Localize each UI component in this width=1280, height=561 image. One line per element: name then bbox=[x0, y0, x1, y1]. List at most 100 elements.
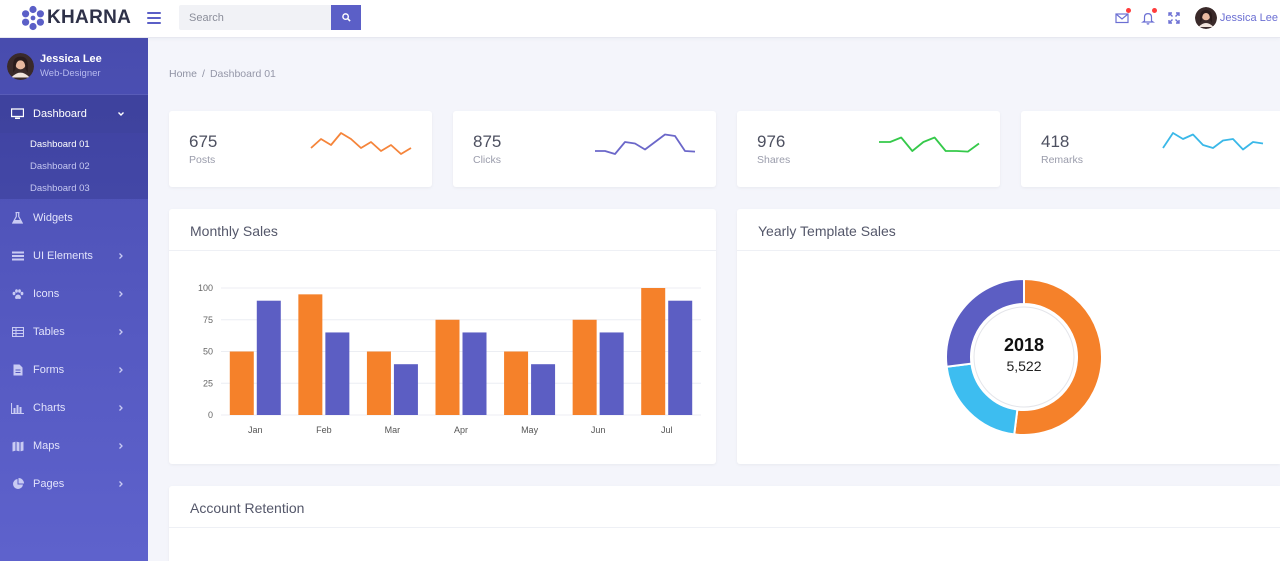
stat-value: 675 bbox=[189, 132, 218, 151]
table-icon bbox=[11, 326, 24, 339]
x-tick-label: Feb bbox=[316, 425, 332, 435]
search-input[interactable] bbox=[179, 5, 331, 30]
breadcrumb: Home / Dashboard 01 bbox=[169, 68, 276, 80]
sparkline-remarks bbox=[1162, 132, 1264, 151]
search-icon bbox=[341, 13, 351, 22]
sidebar-item-forms[interactable]: Forms bbox=[0, 351, 148, 389]
sidebar-subitem-dashboard-02[interactable]: Dashboard 02 bbox=[0, 155, 148, 177]
file-icon bbox=[11, 364, 24, 377]
stat-card-clicks: 875 Clicks bbox=[453, 111, 716, 187]
x-tick-label: Apr bbox=[454, 425, 468, 435]
sidebar-item-dashboard[interactable]: Dashboard bbox=[0, 95, 148, 133]
sidebar-item-label: Forms bbox=[33, 364, 65, 376]
flask-icon bbox=[11, 212, 24, 225]
top-bar: KHARNA Jessica Lee bbox=[0, 0, 1280, 38]
sidebar-item-tables[interactable]: Tables bbox=[0, 313, 148, 351]
chevron-right-icon bbox=[119, 291, 123, 297]
stat-card-posts: 675 Posts bbox=[169, 111, 432, 187]
sparkline-line bbox=[595, 133, 696, 155]
fullscreen-icon[interactable] bbox=[1167, 11, 1181, 25]
bar-chart-icon bbox=[11, 402, 24, 415]
sidebar-item-label: Pages bbox=[33, 478, 65, 490]
x-tick-label: Jun bbox=[591, 425, 606, 435]
y-tick-label: 25 bbox=[203, 378, 213, 388]
stat-value: 976 bbox=[757, 132, 786, 151]
chevron-right-icon bbox=[119, 253, 123, 259]
stat-label: Clicks bbox=[473, 154, 501, 166]
brand-logo-icon bbox=[22, 5, 44, 31]
x-tick-label: May bbox=[521, 425, 539, 435]
sparkline-line bbox=[879, 136, 980, 153]
notification-dot bbox=[1125, 8, 1131, 13]
chevron-right-icon bbox=[119, 405, 123, 411]
brand[interactable]: KHARNA bbox=[20, 5, 131, 31]
bar bbox=[256, 300, 281, 415]
y-tick-label: 100 bbox=[198, 283, 213, 293]
mail-icon[interactable] bbox=[1115, 8, 1131, 25]
sparkline-posts bbox=[310, 132, 412, 155]
sidebar: Jessica Lee Web-Designer Dashboard Dashb… bbox=[0, 38, 148, 561]
donut-value: 5,522 bbox=[1006, 358, 1042, 374]
bar bbox=[393, 364, 418, 415]
notification-dot bbox=[1151, 8, 1157, 13]
sidebar-item-label: Tables bbox=[33, 326, 65, 338]
y-tick-label: 50 bbox=[203, 347, 213, 357]
sidebar-item-label: Dashboard bbox=[33, 108, 87, 120]
x-tick-label: Jul bbox=[661, 425, 673, 435]
chevron-right-icon bbox=[119, 443, 123, 449]
top-actions: Jessica Lee bbox=[1115, 5, 1280, 31]
bar bbox=[668, 300, 693, 415]
bar bbox=[366, 351, 391, 415]
sidebar-subitem-dashboard-01[interactable]: Dashboard 01 bbox=[0, 133, 148, 155]
chevron-right-icon bbox=[119, 329, 123, 335]
avatar bbox=[7, 52, 34, 80]
bar bbox=[462, 332, 487, 415]
map-icon bbox=[11, 440, 24, 453]
menu-toggle-icon[interactable] bbox=[147, 11, 161, 25]
sidebar-item-label: Widgets bbox=[33, 212, 73, 224]
pie-icon bbox=[11, 478, 24, 491]
sidebar-item-ui-elements[interactable]: UI Elements bbox=[0, 237, 148, 275]
stat-label: Remarks bbox=[1041, 154, 1084, 166]
sidebar-item-icons[interactable]: Icons bbox=[0, 275, 148, 313]
monthly-sales-chart: 0 25 50 75 100 Jan Feb Mar Apr May Jun Jul bbox=[198, 283, 701, 435]
breadcrumb-separator: / bbox=[202, 68, 205, 80]
dashboard-submenu: Dashboard 01 Dashboard 02 Dashboard 03 bbox=[0, 133, 148, 199]
sidebar-item-label: Icons bbox=[33, 288, 60, 300]
sidebar-item-charts[interactable]: Charts bbox=[0, 389, 148, 427]
sidebar-item-label: Charts bbox=[33, 402, 66, 414]
donut-year: 2018 bbox=[1003, 335, 1045, 355]
stat-value: 418 bbox=[1041, 132, 1070, 151]
sparkline-shares bbox=[879, 136, 980, 153]
sidebar-item-pages[interactable]: Pages bbox=[0, 465, 148, 503]
bell-icon[interactable] bbox=[1140, 8, 1157, 25]
sidebar-item-label: Maps bbox=[33, 440, 60, 452]
stat-label: Posts bbox=[189, 154, 216, 166]
card-title: Account Retention bbox=[190, 500, 305, 516]
monitor-icon bbox=[11, 108, 24, 121]
bar bbox=[504, 351, 529, 415]
user-avatar[interactable] bbox=[1194, 7, 1217, 29]
bar bbox=[641, 288, 666, 415]
yearly-sales-card: Yearly Template Sales 2018 5,522 bbox=[737, 209, 1280, 464]
chevron-down-icon bbox=[118, 112, 124, 116]
profile-role: Web-Designer bbox=[40, 68, 101, 79]
card-divider bbox=[169, 527, 1280, 528]
bar bbox=[599, 332, 624, 415]
stat-card-remarks: 418 Remarks bbox=[1021, 111, 1280, 187]
breadcrumb-home[interactable]: Home bbox=[169, 68, 197, 80]
monthly-sales-card: Monthly Sales 0 25 50 75 100 Jan Feb Mar Apr May J… bbox=[169, 209, 716, 464]
sidebar-item-maps[interactable]: Maps bbox=[0, 427, 148, 465]
sidebar-item-widgets[interactable]: Widgets bbox=[0, 199, 148, 237]
stat-label: Shares bbox=[757, 154, 791, 166]
sidebar-subitem-dashboard-03[interactable]: Dashboard 03 bbox=[0, 177, 148, 199]
bar bbox=[572, 319, 597, 415]
bar bbox=[435, 319, 460, 415]
top-user-name[interactable]: Jessica Lee bbox=[1220, 12, 1278, 24]
sidebar-profile[interactable]: Jessica Lee Web-Designer bbox=[0, 38, 148, 95]
breadcrumb-current: Dashboard 01 bbox=[209, 68, 276, 80]
x-tick-label: Jan bbox=[248, 425, 263, 435]
bar bbox=[325, 332, 350, 415]
search-button[interactable] bbox=[331, 5, 361, 30]
bar bbox=[229, 351, 254, 415]
